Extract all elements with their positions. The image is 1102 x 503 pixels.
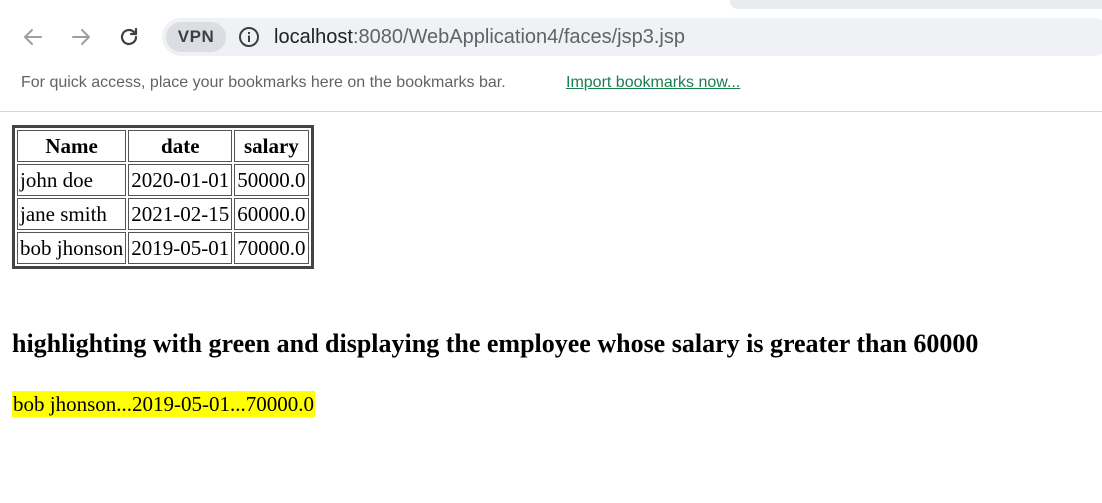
- import-bookmarks-link[interactable]: Import bookmarks now...: [566, 74, 740, 92]
- address-bar[interactable]: VPN localhost:8080/WebApplication4/faces…: [162, 18, 1102, 56]
- cell-date: 2021-02-15: [128, 198, 233, 230]
- tab-strip: [0, 0, 1102, 10]
- cell-name: jane smith: [17, 198, 127, 230]
- table-row: jane smith 2021-02-15 60000.0: [17, 198, 309, 230]
- browser-toolbar: VPN localhost:8080/WebApplication4/faces…: [0, 10, 1102, 66]
- reload-button[interactable]: [114, 22, 144, 52]
- section-heading: highlighting with green and displaying t…: [12, 329, 979, 358]
- back-button[interactable]: [18, 22, 48, 52]
- header-date: date: [128, 130, 233, 162]
- arrow-right-icon: [72, 29, 90, 45]
- cell-salary: 50000.0: [234, 164, 309, 196]
- forward-button[interactable]: [66, 22, 96, 52]
- highlighted-employee: bob jhonson...2019-05-01...70000.0: [12, 391, 315, 417]
- bookmarks-hint: For quick access, place your bookmarks h…: [21, 74, 506, 91]
- cell-salary: 60000.0: [234, 198, 309, 230]
- table-row: bob jhonson 2019-05-01 70000.0: [17, 232, 309, 264]
- vpn-chip[interactable]: VPN: [166, 22, 226, 52]
- arrow-left-icon: [24, 29, 42, 45]
- info-icon[interactable]: [238, 26, 260, 48]
- table-header-row: Name date salary: [17, 130, 309, 162]
- cell-salary: 70000.0: [234, 232, 309, 264]
- url-path: :8080/WebApplication4/faces/jsp3.jsp: [352, 26, 685, 48]
- bookmarks-bar: For quick access, place your bookmarks h…: [0, 66, 1102, 112]
- tab-edge: [730, 0, 1102, 9]
- table-row: john doe 2020-01-01 50000.0: [17, 164, 309, 196]
- page-content: Name date salary john doe 2020-01-01 500…: [0, 113, 1102, 503]
- employee-table: Name date salary john doe 2020-01-01 500…: [12, 125, 314, 269]
- cell-date: 2019-05-01: [128, 232, 233, 264]
- url-text[interactable]: localhost:8080/WebApplication4/faces/jsp…: [274, 26, 685, 48]
- header-salary: salary: [234, 130, 309, 162]
- cell-name: bob jhonson: [17, 232, 127, 264]
- header-name: Name: [17, 130, 127, 162]
- cell-date: 2020-01-01: [128, 164, 233, 196]
- vpn-label: VPN: [177, 27, 215, 46]
- reload-icon: [120, 27, 138, 46]
- url-host: localhost: [274, 26, 353, 48]
- cell-name: john doe: [17, 164, 127, 196]
